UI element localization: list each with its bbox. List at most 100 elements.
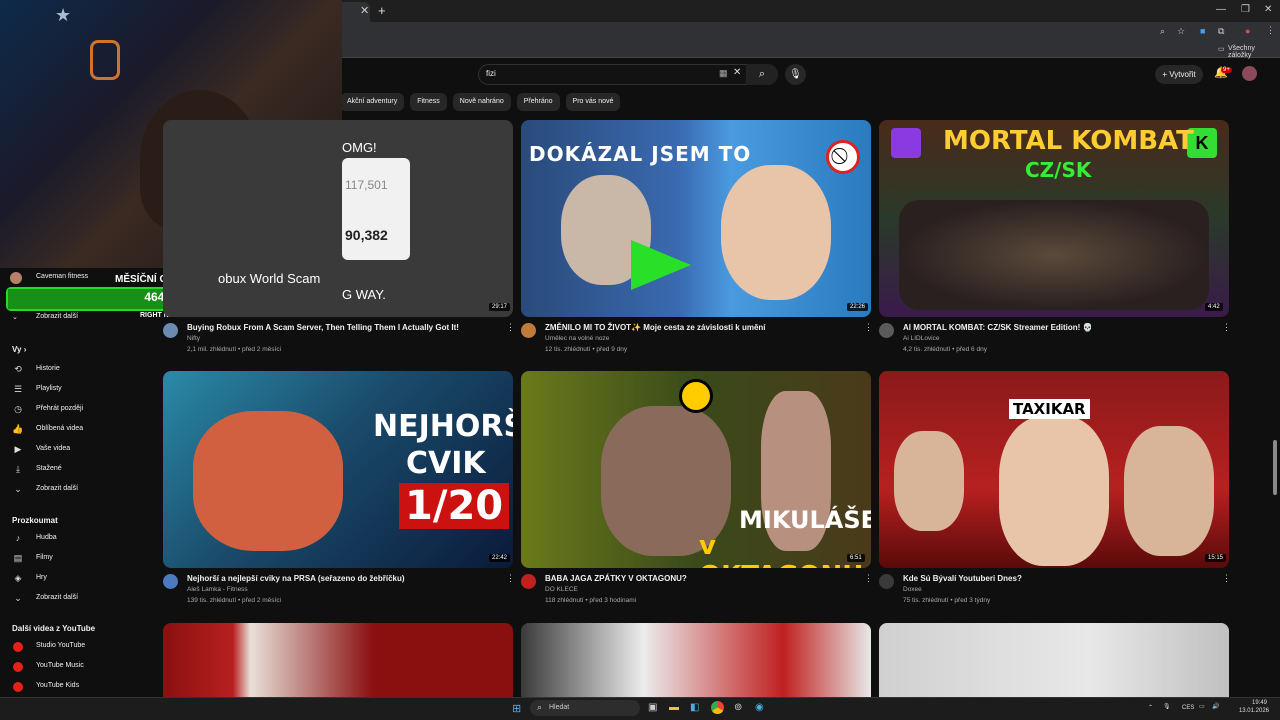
chrome-icon[interactable] (711, 701, 724, 714)
app-icon[interactable]: ⊚ (734, 702, 742, 713)
taskbar-search[interactable] (530, 700, 640, 716)
puzzle-icon[interactable]: ⧉ (1218, 26, 1224, 37)
video-thumbnail[interactable] (879, 623, 1229, 697)
more-options-icon[interactable]: ⋮ (864, 573, 873, 584)
task-view-icon[interactable]: ▣ (648, 702, 657, 713)
history-icon: ⟲ (14, 364, 22, 374)
sidebar-item[interactable]: Vaše videa (36, 445, 70, 452)
video-thumbnail[interactable]: MIKULÁŠEK v OKTAGONU (521, 371, 871, 568)
extension-icon[interactable]: ■ (1200, 26, 1205, 36)
thumb-count-1: 117,501 (345, 178, 388, 192)
more-options-icon[interactable]: ⋮ (1222, 573, 1231, 584)
keyboard-icon[interactable]: ▦ (719, 68, 728, 79)
voice-search-button[interactable]: 🎙 (785, 64, 806, 85)
sidebar-item[interactable]: Stažené (36, 465, 62, 472)
create-button[interactable]: + Vytvořit (1155, 65, 1203, 84)
sidebar-item[interactable]: Zobrazit další (36, 485, 78, 492)
channel-name[interactable]: Ai LIDLovice (903, 335, 940, 342)
search-query[interactable]: fizi (486, 69, 496, 78)
language-indicator[interactable]: CES (1182, 705, 1194, 711)
star-icon[interactable]: ☆ (1177, 26, 1185, 37)
channel-avatar[interactable] (879, 323, 894, 338)
menu-icon[interactable]: ⋮ (1266, 25, 1275, 36)
more-options-icon[interactable]: ⋮ (506, 322, 515, 333)
profile-icon[interactable]: ● (1245, 26, 1250, 36)
account-avatar[interactable] (1242, 66, 1257, 81)
sidebar-subs-show-more[interactable]: Zobrazit další (36, 313, 78, 320)
channel-avatar[interactable] (163, 574, 178, 589)
channel-name[interactable]: Nifty (187, 335, 200, 342)
sidebar-item[interactable]: Studio YouTube (36, 642, 85, 649)
channel-avatar[interactable] (521, 323, 536, 338)
video-thumbnail[interactable]: NEJHORŠÍ CVIK 1/20 (163, 371, 513, 568)
sidebar-item[interactable]: Playlisty (36, 385, 62, 392)
filter-chip[interactable]: Pro vás nové (565, 93, 621, 111)
network-icon[interactable]: ▭ (1199, 703, 1205, 710)
video-title[interactable]: AI MORTAL KOMBAT: CZ/SK Streamer Edition… (903, 323, 1093, 332)
sidebar-item[interactable]: Hry (36, 574, 47, 581)
channel-name[interactable]: Umělec na volné noze (545, 335, 609, 342)
file-explorer-icon[interactable]: ▬ (669, 702, 679, 713)
minimize-icon[interactable]: — (1216, 4, 1226, 15)
maximize-icon[interactable]: ❐ (1241, 4, 1250, 15)
close-window-icon[interactable]: ✕ (1264, 4, 1272, 15)
video-title[interactable]: Buying Robux From A Scam Server, Then Te… (187, 323, 459, 332)
store-icon[interactable]: ◧ (690, 702, 699, 713)
filter-chip[interactable]: Nově nahráno (452, 93, 511, 111)
sidebar-item[interactable]: Hudba (36, 534, 57, 541)
filter-chip[interactable]: Akční adventury (340, 93, 405, 111)
taskbar-search-label: Hledat (549, 704, 570, 711)
more-options-icon[interactable]: ⋮ (1222, 322, 1231, 333)
video-thumbnail[interactable]: TAXIKAR (879, 371, 1229, 568)
video-stats: 2,1 mil. zhlédnutí • před 2 měsíci (187, 346, 282, 353)
channel-name[interactable]: Doxee (903, 586, 922, 593)
more-options-icon[interactable]: ⋮ (864, 322, 873, 333)
video-thumbnail[interactable] (163, 623, 513, 697)
sidebar-item[interactable]: YouTube Music (36, 662, 84, 669)
channel-avatar[interactable] (163, 323, 178, 338)
video-thumbnail[interactable] (521, 623, 871, 697)
music-icon: ♪ (15, 533, 21, 543)
search-button[interactable]: ⌕ (746, 64, 778, 85)
video-title[interactable]: BABA JAGA ZPÁTKY V OKTAGONU? (545, 574, 687, 583)
sidebar-item[interactable]: Zobrazit další (36, 594, 78, 601)
sidebar-item[interactable]: Přehrát později (36, 405, 83, 412)
create-label: Vytvořit (1169, 70, 1196, 79)
video-thumbnail[interactable]: ⃠ DOKÁZAL JSEM TO (521, 120, 871, 317)
channel-avatar[interactable] (879, 574, 894, 589)
clock-time[interactable]: 19:49 (1237, 700, 1267, 706)
sidebar-heading-you[interactable]: Vy › (12, 345, 26, 354)
clock-date[interactable]: 13.01.2026 (1229, 708, 1269, 714)
volume-icon[interactable]: 🔊 (1212, 703, 1219, 710)
steam-icon[interactable]: ◉ (755, 702, 764, 713)
close-tab-icon[interactable]: ✕ (360, 4, 369, 17)
video-title[interactable]: ZMĚNILO MI TO ŽIVOT✨ Moje cesta ze závis… (545, 323, 766, 332)
sidebar-sub-caveman[interactable]: Caveman fitness (36, 273, 88, 280)
more-options-icon[interactable]: ⋮ (506, 573, 515, 584)
thumb-line1: MIKULÁŠEK (739, 506, 871, 534)
video-title[interactable]: Kde Sú Bývalí Youtuberi Dnes? (903, 574, 1022, 583)
scrollbar-thumb[interactable] (1273, 440, 1277, 495)
sidebar-item[interactable]: Filmy (36, 554, 53, 561)
video-thumbnail[interactable]: K MORTAL KOMBAT CZ/SK (879, 120, 1229, 317)
thumb-face-center (999, 416, 1109, 566)
filter-chip[interactable]: Přehráno (516, 93, 560, 111)
channel-name[interactable]: DO KLECE (545, 586, 578, 593)
sidebar-item[interactable]: Oblíbená videa (36, 425, 83, 432)
clear-search-icon[interactable]: ✕ (733, 67, 741, 78)
zoom-icon[interactable]: ⌕ (1160, 26, 1165, 37)
video-title[interactable]: Nejhorší a nejlepší cviky na PRSA (seřaz… (187, 574, 405, 583)
all-bookmarks[interactable]: Všechny záložky (1228, 45, 1280, 59)
filter-chip[interactable]: Fitness (410, 93, 447, 111)
windows-start-icon[interactable]: ⊞ (512, 702, 521, 715)
channel-name[interactable]: Aleš Lamka - Fitness (187, 586, 248, 593)
thumb-text: MORTAL KOMBAT (943, 126, 1194, 156)
channel-avatar[interactable] (521, 574, 536, 589)
tray-expand-icon[interactable]: ⌃ (1148, 704, 1153, 711)
oktagon-logo (679, 379, 713, 413)
mic-tray-icon[interactable]: 🎙 (1163, 703, 1171, 710)
new-tab-icon[interactable]: + (378, 3, 386, 18)
sidebar-item[interactable]: YouTube Kids (36, 682, 79, 689)
video-thumbnail[interactable]: 117,501 90,382 OMG! G WAY. (163, 120, 513, 317)
sidebar-item[interactable]: Historie (36, 365, 60, 372)
